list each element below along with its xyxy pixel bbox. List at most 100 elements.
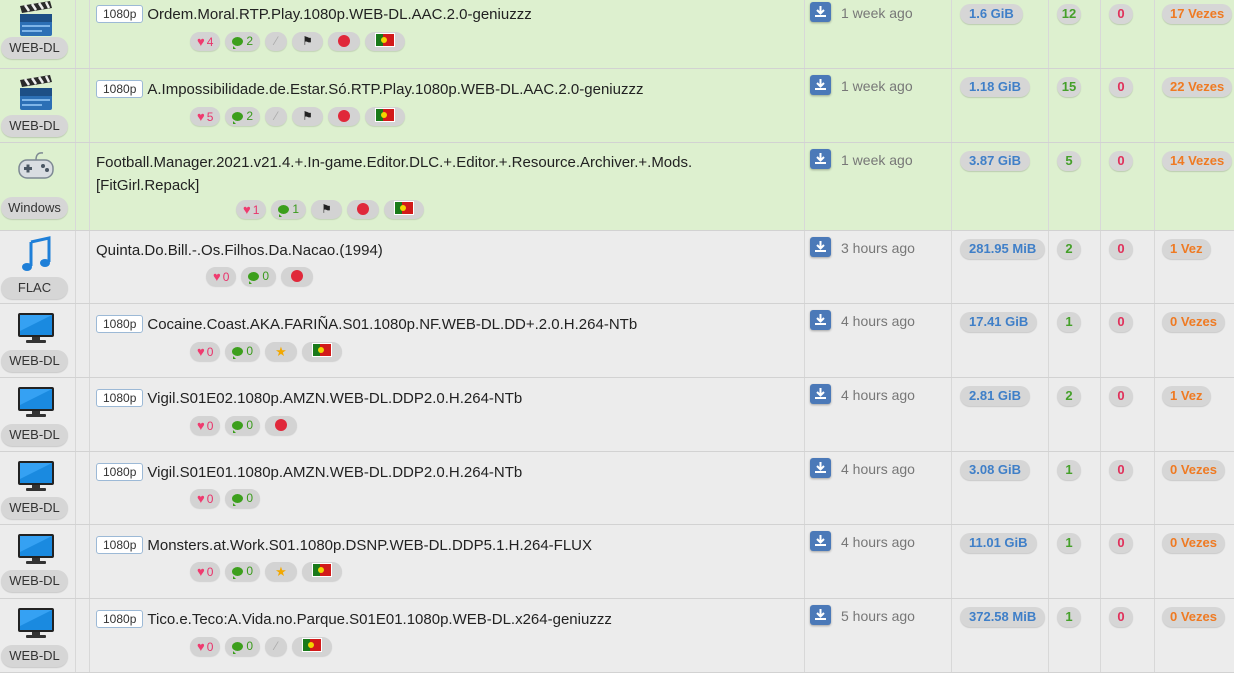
- like-badge[interactable]: ♥ 5: [190, 107, 221, 126]
- comment-badge[interactable]: 0: [225, 342, 261, 361]
- download-button[interactable]: [810, 605, 831, 625]
- star-badge[interactable]: ★: [265, 562, 297, 581]
- completed-badge[interactable]: 0 Vezes: [1162, 312, 1225, 332]
- tv-icon[interactable]: [16, 530, 56, 568]
- leechers-badge[interactable]: 0: [1109, 533, 1133, 553]
- download-button[interactable]: [810, 384, 831, 404]
- like-badge[interactable]: ♥ 0: [206, 267, 237, 286]
- torrent-name-link[interactable]: Quinta.Do.Bill.-.Os.Filhos.Da.Nacao.(199…: [96, 242, 383, 259]
- clapperboard-icon[interactable]: [16, 74, 56, 112]
- pin-badge[interactable]: ⚑: [292, 32, 323, 51]
- comment-badge[interactable]: 1: [271, 200, 307, 219]
- category-label[interactable]: FLAC: [1, 277, 68, 299]
- clapperboard-icon[interactable]: [16, 0, 56, 38]
- like-badge[interactable]: ♥ 0: [190, 637, 221, 656]
- gauge-badge[interactable]: [346, 200, 379, 219]
- comment-badge[interactable]: 2: [225, 32, 261, 51]
- gauge-badge[interactable]: [327, 107, 360, 126]
- seeders-badge[interactable]: 1: [1057, 312, 1081, 332]
- completed-badge[interactable]: 0 Vezes: [1162, 533, 1225, 553]
- tv-icon[interactable]: [16, 383, 56, 421]
- comment-badge[interactable]: 0: [225, 562, 261, 581]
- completed-badge[interactable]: 17 Vezes: [1162, 4, 1233, 24]
- leechers-badge[interactable]: 0: [1109, 239, 1133, 259]
- like-badge[interactable]: ♥ 0: [190, 342, 221, 361]
- torrent-name-link-cont[interactable]: [FitGirl.Repack]: [96, 174, 692, 197]
- comment-badge[interactable]: 0: [225, 637, 261, 656]
- leechers-badge[interactable]: 0: [1109, 312, 1133, 332]
- category-label[interactable]: WEB-DL: [1, 570, 68, 592]
- seeders-badge[interactable]: 1: [1057, 607, 1081, 627]
- flag-badge[interactable]: [364, 107, 405, 126]
- torrent-name-link[interactable]: Ordem.Moral.RTP.Play.1080p.WEB-DL.AAC.2.…: [147, 6, 531, 23]
- torrent-name-link[interactable]: Monsters.at.Work.S01.1080p.DSNP.WEB-DL.D…: [147, 537, 592, 554]
- download-button[interactable]: [810, 75, 831, 95]
- seeders-badge[interactable]: 12: [1057, 4, 1081, 24]
- completed-badge[interactable]: 0 Vezes: [1162, 607, 1225, 627]
- download-button[interactable]: [810, 310, 831, 330]
- leechers-badge[interactable]: 0: [1109, 386, 1133, 406]
- download-button[interactable]: [810, 531, 831, 551]
- star-badge[interactable]: ★: [265, 342, 297, 361]
- seeders-badge[interactable]: 1: [1057, 460, 1081, 480]
- wand-badge[interactable]: ⁄: [265, 32, 288, 51]
- category-label[interactable]: WEB-DL: [1, 350, 68, 372]
- download-button[interactable]: [810, 458, 831, 478]
- torrent-name-link[interactable]: Football.Manager.2021.v21.4.+.In-game.Ed…: [96, 151, 692, 174]
- category-label[interactable]: WEB-DL: [1, 424, 68, 446]
- torrent-name-link[interactable]: Vigil.S01E01.1080p.AMZN.WEB-DL.DDP2.0.H.…: [147, 464, 522, 481]
- category-label[interactable]: WEB-DL: [1, 37, 68, 59]
- leechers-badge[interactable]: 0: [1109, 77, 1133, 97]
- leechers-badge[interactable]: 0: [1109, 151, 1133, 171]
- seeders-badge[interactable]: 15: [1057, 77, 1081, 97]
- seeders-badge[interactable]: 2: [1057, 239, 1081, 259]
- category-label[interactable]: WEB-DL: [1, 115, 68, 137]
- like-badge[interactable]: ♥ 4: [190, 32, 221, 51]
- completed-badge[interactable]: 0 Vezes: [1162, 460, 1225, 480]
- like-badge[interactable]: ♥ 0: [190, 489, 221, 508]
- gauge-badge[interactable]: [265, 416, 298, 435]
- leechers-badge[interactable]: 0: [1109, 4, 1133, 24]
- torrent-name-link[interactable]: Cocaine.Coast.AKA.FARIÑA.S01.1080p.NF.WE…: [147, 316, 637, 333]
- music-note-icon[interactable]: [16, 236, 56, 274]
- comment-badge[interactable]: 0: [225, 416, 261, 435]
- tv-icon[interactable]: [16, 604, 56, 642]
- category-label[interactable]: Windows: [1, 197, 68, 219]
- like-badge[interactable]: ♥ 0: [190, 562, 221, 581]
- download-button[interactable]: [810, 237, 831, 257]
- category-label[interactable]: WEB-DL: [1, 645, 68, 667]
- comment-badge[interactable]: 0: [241, 267, 277, 286]
- comment-badge[interactable]: 0: [225, 489, 261, 508]
- like-badge[interactable]: ♥ 1: [236, 200, 267, 219]
- gauge-badge[interactable]: [327, 32, 360, 51]
- download-button[interactable]: [810, 149, 831, 169]
- pin-badge[interactable]: ⚑: [311, 200, 342, 219]
- wand-badge[interactable]: ⁄: [265, 107, 288, 126]
- torrent-name-link[interactable]: Vigil.S01E02.1080p.AMZN.WEB-DL.DDP2.0.H.…: [147, 390, 522, 407]
- completed-badge[interactable]: 1 Vez: [1162, 386, 1211, 406]
- pin-badge[interactable]: ⚑: [292, 107, 323, 126]
- category-label[interactable]: WEB-DL: [1, 497, 68, 519]
- torrent-name-link[interactable]: A.Impossibilidade.de.Estar.Só.RTP.Play.1…: [147, 81, 643, 98]
- download-button[interactable]: [810, 2, 831, 22]
- torrent-name-link[interactable]: Tico.e.Teco:A.Vida.no.Parque.S01E01.1080…: [147, 611, 611, 628]
- completed-badge[interactable]: 14 Vezes: [1162, 151, 1233, 171]
- gauge-badge[interactable]: [281, 267, 314, 286]
- completed-badge[interactable]: 22 Vezes: [1162, 77, 1233, 97]
- gamepad-icon[interactable]: [16, 148, 56, 186]
- leechers-badge[interactable]: 0: [1109, 460, 1133, 480]
- leechers-badge[interactable]: 0: [1109, 607, 1133, 627]
- seeders-badge[interactable]: 5: [1057, 151, 1081, 171]
- flag-badge[interactable]: [292, 637, 333, 656]
- completed-badge[interactable]: 1 Vez: [1162, 239, 1211, 259]
- flag-badge[interactable]: [383, 200, 424, 219]
- flag-badge[interactable]: [364, 32, 405, 51]
- seeders-badge[interactable]: 2: [1057, 386, 1081, 406]
- flag-badge[interactable]: [301, 342, 342, 361]
- tv-icon[interactable]: [16, 457, 56, 495]
- seeders-badge[interactable]: 1: [1057, 533, 1081, 553]
- tv-icon[interactable]: [16, 309, 56, 347]
- like-badge[interactable]: ♥ 0: [190, 416, 221, 435]
- comment-badge[interactable]: 2: [225, 107, 261, 126]
- wand-badge[interactable]: ⁄: [265, 637, 288, 656]
